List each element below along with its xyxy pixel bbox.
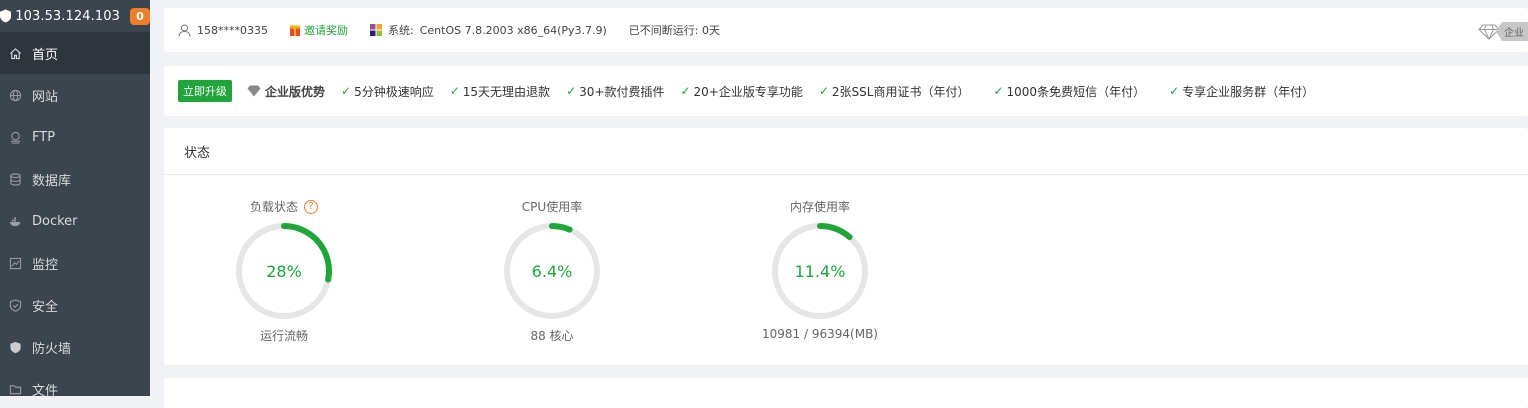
system-label: 系统:	[388, 24, 414, 37]
feature-item: ✓ 1000条免费短信（年付）	[993, 83, 1145, 100]
sidebar-item-label: Docker	[32, 213, 78, 229]
system-value: CentOS 7.8.2003 x86_64(Py3.7.9)	[419, 23, 607, 37]
feature-text: 5分钟极速响应	[354, 84, 434, 99]
home-icon	[8, 46, 22, 60]
feature-text: 20+企业版专享功能	[693, 84, 803, 99]
gauge-ring: 6.4%	[504, 223, 600, 319]
feature-text: 专享企业服务群（年付）	[1182, 84, 1315, 99]
gauge-title-row: CPU使用率	[452, 198, 652, 215]
sidebar-header[interactable]: 103.53.124.103 0	[0, 0, 150, 32]
sidebar-item-security[interactable]: 安全	[0, 284, 150, 326]
sidebar-item-label: FTP	[32, 129, 56, 145]
feature-item: ✓ 30+款付费插件	[566, 83, 664, 100]
gauge-title: CPU使用率	[521, 200, 583, 214]
feature-item: ✓ 20+企业版专享功能	[680, 83, 802, 100]
check-icon: ✓	[993, 84, 1004, 98]
feature-item: ✓ 15天无理由退款	[450, 83, 550, 100]
upgrade-button[interactable]: 立即升级	[178, 80, 232, 102]
gauge-title-row: 内存使用率	[720, 198, 920, 215]
feature-item: ✓ 5分钟极速响应	[341, 83, 434, 100]
sidebar: 103.53.124.103 0 首页 网站 FTP 数据库 Docker 监控…	[0, 0, 150, 396]
sidebar-item-label: 文件	[32, 383, 59, 397]
check-icon: ✓	[680, 84, 691, 98]
status-title: 状态	[164, 128, 1528, 175]
gauge-subtitle: 运行流畅	[259, 329, 308, 343]
gauge-value: 28%	[266, 262, 302, 281]
check-icon: ✓	[341, 84, 352, 98]
user-account[interactable]: 158****0335	[197, 24, 268, 37]
feature-item: ✓ 2张SSL商用证书（年付）	[819, 83, 970, 100]
gift-icon	[290, 25, 300, 36]
help-icon[interactable]: ?	[304, 199, 318, 214]
sidebar-item-label: 首页	[32, 47, 59, 63]
server-shield-icon	[0, 9, 12, 23]
gauge-ring: 11.4%	[772, 223, 868, 319]
gauge-ring: 28%	[236, 223, 332, 319]
shield-check-icon	[8, 298, 22, 312]
gauge-subtitle: 88 核心	[530, 329, 574, 343]
diamond-icon	[247, 85, 261, 97]
firewall-shield-icon	[8, 340, 22, 354]
notification-badge[interactable]: 0	[130, 7, 150, 25]
sidebar-item-label: 防火墙	[32, 341, 72, 357]
sidebar-item-label: 监控	[32, 257, 59, 273]
monitor-icon	[8, 256, 22, 270]
enterprise-label: 企业	[1496, 22, 1528, 41]
sidebar-item-website[interactable]: 网站	[0, 74, 150, 116]
feature-text: 1000条免费短信（年付）	[1006, 84, 1146, 99]
enterprise-promo-bar: 立即升级 企业版优势 ✓ 5分钟极速响应 ✓ 15天无理由退款 ✓ 30+款付费插件 …	[164, 66, 1528, 116]
sidebar-item-home[interactable]: 首页	[0, 32, 150, 74]
user-icon	[178, 24, 191, 37]
check-icon: ✓	[1169, 84, 1180, 98]
server-info-bar: 158****0335 邀请奖励 系统: CentOS 7.8.2003 x86…	[164, 8, 1528, 52]
feature-text: 15天无理由退款	[462, 84, 551, 99]
uptime: 已不间断运行: 0天	[628, 24, 720, 37]
sidebar-item-monitor[interactable]: 监控	[0, 242, 150, 284]
sidebar-item-label: 安全	[32, 299, 59, 315]
os-icon	[370, 24, 382, 36]
sidebar-item-database[interactable]: 数据库	[0, 158, 150, 200]
check-icon: ✓	[818, 84, 829, 98]
gauge-title: 内存使用率	[789, 200, 850, 214]
gauge-value: 11.4%	[795, 262, 846, 281]
memory-gauge[interactable]: 内存使用率 11.4% 10981 / 96394(MB)	[720, 174, 920, 341]
check-icon: ✓	[566, 84, 577, 98]
sidebar-item-firewall[interactable]: 防火墙	[0, 326, 150, 368]
sidebar-item-files[interactable]: 文件	[0, 368, 150, 396]
gauge-title-row: 负载状态 ?	[184, 198, 384, 215]
sidebar-item-ftp[interactable]: FTP	[0, 116, 150, 158]
load-gauge[interactable]: 负载状态 ? 28% 运行流畅	[184, 174, 384, 344]
gauge-title: 负载状态	[249, 200, 298, 214]
enterprise-tag[interactable]: 企业	[1478, 22, 1528, 41]
sidebar-item-label: 网站	[32, 89, 59, 105]
cpu-gauge[interactable]: CPU使用率 6.4% 88 核心	[452, 174, 652, 344]
sidebar-item-label: 数据库	[32, 173, 72, 189]
enterprise-advantages-label: 企业版优势	[265, 84, 326, 99]
feature-text: 30+款付费插件	[579, 84, 665, 99]
globe-icon	[8, 88, 22, 102]
sidebar-item-docker[interactable]: Docker	[0, 200, 150, 242]
check-icon: ✓	[449, 84, 460, 98]
folder-icon	[8, 382, 22, 396]
gauge-value: 6.4%	[532, 262, 573, 281]
ftp-icon	[8, 130, 22, 144]
invite-reward-link[interactable]: 邀请奖励	[304, 22, 348, 38]
docker-icon	[8, 214, 22, 228]
overview-panel	[164, 378, 1528, 408]
feature-text: 2张SSL商用证书（年付）	[831, 84, 970, 99]
database-icon	[8, 172, 22, 186]
server-ip: 103.53.124.103	[15, 8, 120, 24]
status-panel: 状态 负载状态 ? 28% 运行流畅 CPU使用率 6.4% 88 核心 内存使…	[164, 128, 1528, 365]
gauge-subtitle: 10981 / 96394(MB)	[762, 327, 878, 341]
feature-item: ✓ 专享企业服务群（年付）	[1169, 83, 1314, 100]
